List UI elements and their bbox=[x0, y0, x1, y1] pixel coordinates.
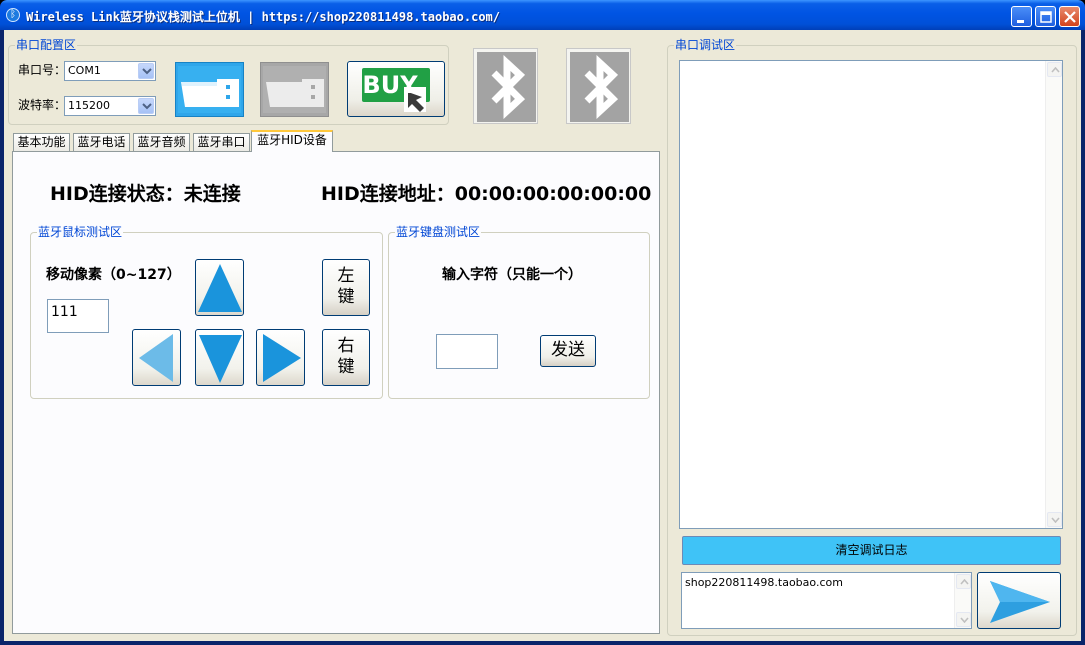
tab-serial[interactable]: 蓝牙串口 bbox=[193, 133, 250, 151]
mouse-left-button[interactable] bbox=[132, 329, 181, 386]
move-pixels-label: 移动像素（0~127） bbox=[46, 267, 181, 283]
client-area: 串口配置区 串口号： COM1 波特率： 115200 BUY 基本功能 蓝牙电… bbox=[4, 30, 1081, 641]
hid-address-label: HID连接地址：00:00:00:00:00:00 bbox=[321, 183, 652, 205]
scroll-down-button[interactable] bbox=[1047, 512, 1062, 527]
app-window: ᛒ Wireless Link蓝牙协议栈测试上位机 | https://shop… bbox=[0, 0, 1085, 645]
bluetooth-app-icon: ᛒ bbox=[6, 8, 20, 22]
input-char-label: 输入字符（只能一个） bbox=[442, 267, 582, 283]
window-title: Wireless Link蓝牙协议栈测试上位机 | https://shop22… bbox=[26, 10, 501, 24]
log-scrollbar[interactable] bbox=[1045, 61, 1062, 528]
mouse-right-key-button[interactable]: 右 键 bbox=[322, 329, 370, 386]
usb-connect-button[interactable] bbox=[175, 62, 244, 117]
debug-log-area[interactable] bbox=[679, 60, 1063, 529]
bluetooth-icon bbox=[570, 52, 629, 122]
arrow-down-icon bbox=[199, 335, 242, 383]
mouse-up-button[interactable] bbox=[195, 259, 244, 316]
usb-plug-icon bbox=[260, 62, 329, 117]
tab-hid[interactable]: 蓝牙HID设备 bbox=[251, 130, 333, 152]
tab-basic[interactable]: 基本功能 bbox=[13, 133, 70, 151]
serial-send-input[interactable]: shop220811498.taobao.com bbox=[681, 572, 972, 629]
scroll-up-button[interactable] bbox=[1047, 62, 1062, 77]
arrow-up-icon bbox=[198, 264, 242, 312]
tab-label: 基本功能 bbox=[17, 135, 66, 149]
minimize-button[interactable] bbox=[1011, 6, 1032, 27]
bluetooth-connect-button[interactable] bbox=[473, 48, 538, 124]
close-button[interactable] bbox=[1059, 6, 1080, 27]
baud-label: 波特率： bbox=[18, 98, 67, 112]
keyboard-test-title: 蓝牙键盘测试区 bbox=[395, 225, 482, 239]
tab-phone[interactable]: 蓝牙电话 bbox=[73, 133, 130, 151]
input-scrollbar[interactable] bbox=[954, 573, 971, 628]
send-char-button[interactable]: 发送 bbox=[540, 335, 596, 367]
baud-select[interactable]: 115200 bbox=[64, 96, 156, 116]
mouse-test-title: 蓝牙鼠标测试区 bbox=[37, 225, 124, 239]
maximize-button[interactable] bbox=[1035, 6, 1056, 27]
chevron-down-icon[interactable] bbox=[138, 98, 154, 114]
arrow-left-icon bbox=[139, 334, 173, 382]
mouse-left-key-button[interactable]: 左 键 bbox=[322, 259, 370, 316]
chevron-down-icon[interactable] bbox=[138, 63, 154, 79]
arrow-right-icon bbox=[263, 334, 301, 382]
port-value: COM1 bbox=[68, 64, 101, 77]
input-char-field[interactable] bbox=[436, 334, 498, 369]
hid-status-label: HID连接状态：未连接 bbox=[50, 183, 241, 205]
mouse-down-button[interactable] bbox=[195, 329, 244, 386]
bluetooth-icon bbox=[477, 52, 536, 122]
title-bar[interactable]: ᛒ Wireless Link蓝牙协议栈测试上位机 | https://shop… bbox=[0, 0, 1085, 30]
tab-audio[interactable]: 蓝牙音频 bbox=[133, 133, 190, 151]
baud-value: 115200 bbox=[68, 99, 110, 112]
mouse-right-button[interactable] bbox=[256, 329, 305, 386]
serial-send-button[interactable] bbox=[977, 572, 1061, 629]
tab-label: 蓝牙HID设备 bbox=[257, 133, 327, 147]
serial-config-title: 串口配置区 bbox=[15, 38, 78, 52]
tab-label: 蓝牙串口 bbox=[197, 135, 246, 149]
tab-label: 蓝牙音频 bbox=[137, 135, 186, 149]
serial-send-text: shop220811498.taobao.com bbox=[685, 576, 843, 589]
buy-button[interactable]: BUY bbox=[347, 61, 445, 117]
scroll-down-button[interactable] bbox=[956, 612, 971, 627]
scroll-up-button[interactable] bbox=[956, 574, 971, 589]
port-label: 串口号： bbox=[18, 63, 67, 77]
clear-log-button[interactable]: 清空调试日志 bbox=[682, 536, 1061, 565]
send-arrow-icon bbox=[990, 581, 1050, 623]
port-select[interactable]: COM1 bbox=[64, 61, 156, 81]
serial-debug-title: 串口调试区 bbox=[674, 38, 737, 52]
bluetooth-disconnect-button[interactable] bbox=[566, 48, 631, 124]
usb-disconnect-button[interactable] bbox=[260, 62, 329, 117]
move-pixels-input[interactable]: 111 bbox=[47, 299, 109, 333]
keyboard-test-group: 蓝牙键盘测试区 bbox=[388, 225, 650, 399]
hid-tab-panel: HID连接状态：未连接 HID连接地址：00:00:00:00:00:00 蓝牙… bbox=[12, 151, 660, 634]
usb-plug-icon bbox=[175, 62, 244, 117]
tab-label: 蓝牙电话 bbox=[77, 135, 126, 149]
buy-label: BUY bbox=[362, 71, 418, 99]
